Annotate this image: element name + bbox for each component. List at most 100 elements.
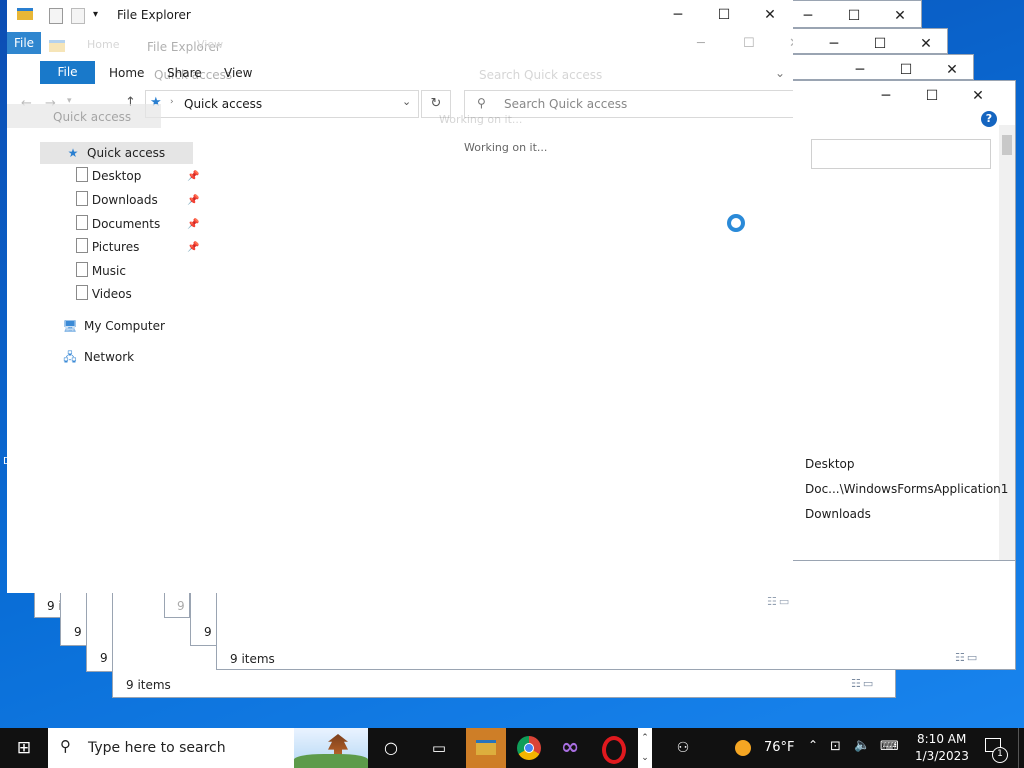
minimize-button[interactable]: ─ [811,29,857,53]
music-icon [76,262,88,277]
file-explorer-taskbar-icon[interactable] [466,728,506,768]
window-title: File Explorer [117,8,191,22]
close-button[interactable]: ✕ [929,55,973,79]
sidebar-item-network[interactable]: 🖧 Network [40,346,193,368]
sidebar-item-label: Desktop [91,169,142,183]
network-tray-icon[interactable]: ⊡ [830,739,841,754]
downloads-icon [76,191,88,206]
recent-path-1[interactable]: Desktop [805,457,855,471]
ghost-search: Search Quick access [479,68,603,82]
chrome-center [524,743,534,753]
videos-icon [76,285,88,300]
cortana-button[interactable]: ○ [370,728,412,768]
weather-temperature[interactable]: 76°F [764,740,795,755]
sidebar-item-label: Network [84,350,135,364]
sidebar-item-label: Downloads [91,193,158,207]
view-toggle-icons[interactable]: ☷▭ [955,651,979,664]
new-folder-icon[interactable] [71,8,85,24]
address-dropdown-icon[interactable]: ⌄ [402,95,411,108]
taskbar: ⊞ ⚲ Type here to search ○ ▭ ∞ ⌃ ⌄ ⚇ 76°F … [0,728,1024,768]
close-button[interactable]: ✕ [903,29,947,53]
tab-file[interactable]: File [40,61,95,84]
explorer-window-main[interactable]: ▾ File Explorer ─ ☐ ✕ File Explorer Home… [7,0,793,593]
chrome-icon[interactable] [517,736,541,760]
sidebar-item-desktop[interactable]: Desktop [40,165,193,187]
close-button: ✕ [789,36,793,51]
search-box[interactable] [811,139,991,169]
help-icon[interactable]: ? [981,111,997,127]
recent-path-2[interactable]: Doc...\WindowsFormsApplication1 [805,482,1008,496]
scrollbar-thumb[interactable] [1002,135,1012,155]
people-icon[interactable]: ⚇ [662,728,704,768]
tab-file-ghost[interactable]: File [7,32,41,54]
search-placeholder[interactable]: Search Quick access [504,97,627,111]
maximize-button[interactable]: ☐ [701,0,747,30]
view-toggle-icons[interactable]: ☷▭ [851,677,875,690]
clock-date[interactable]: 1/3/2023 [915,749,969,763]
sidebar-item-label: Music [91,264,126,278]
quick-access-star-icon: ★ [67,146,79,160]
show-desktop-button[interactable] [1018,728,1024,768]
pin-icon: 📌 [187,195,200,206]
loading-spinner-icon [727,214,745,232]
sidebar-item-pictures[interactable]: Pictures [40,236,193,258]
clock-time[interactable]: 8:10 AM [917,732,966,746]
maximize-button[interactable]: ☐ [909,81,955,111]
title-bar[interactable]: ▾ File Explorer ─ ☐ ✕ [7,0,793,30]
maximize-button[interactable]: ☐ [883,55,929,79]
documents-icon [76,215,88,230]
show-hidden-icons-icon[interactable]: ⌃ [808,738,818,752]
minimize-button[interactable]: ─ [655,0,701,30]
maximize-button[interactable]: ☐ [831,1,877,27]
task-view-button[interactable]: ▭ [418,728,460,768]
minimize-button: ─ [697,36,705,51]
sidebar-item-videos[interactable]: Videos [40,283,193,305]
status-item-count: 9 items [126,678,171,692]
keyboard-icon[interactable]: ⌨ [880,739,899,754]
visual-studio-icon[interactable]: ∞ [557,735,583,761]
notification-badge: 1 [992,747,1008,763]
computer-icon: 🖥 [62,319,78,333]
sidebar-item-music[interactable]: Music [40,260,193,282]
close-button[interactable]: ✕ [747,0,793,30]
search-icon: ⚲ [60,737,71,755]
breadcrumb-separator-icon: › [170,97,174,107]
folder-icon [49,40,65,52]
ghost-tab-view: View [197,38,224,51]
customize-toolbar-icon[interactable]: ▾ [93,9,98,20]
tray-overflow-chevron-icon[interactable]: ⌃ ⌄ [638,728,652,768]
ghost-title-bar: File Explorer Home View ─ ☐ ✕ [47,36,793,60]
address-location[interactable]: Quick access [184,97,262,111]
taskbar-search-box[interactable]: ⚲ Type here to search [48,728,368,768]
minimize-button[interactable]: ─ [863,81,909,111]
close-button[interactable]: ✕ [955,81,1001,111]
sidebar-item-downloads[interactable]: Downloads [40,189,193,211]
address-bar[interactable]: ★ › Quick access ⌄ [145,90,419,118]
sidebar-item-documents[interactable]: Documents [40,213,193,235]
minimize-button[interactable]: ─ [837,55,883,79]
sidebar-item-label: Documents [91,217,161,231]
maximize-button[interactable]: ☐ [857,29,903,53]
volume-icon[interactable]: 🔈 [854,738,870,753]
taskbar-search-placeholder[interactable]: Type here to search [88,740,226,756]
weather-icon[interactable] [735,740,751,756]
recent-path-3[interactable]: Downloads [805,507,871,521]
start-button[interactable]: ⊞ [3,728,45,768]
sidebar-item-label: Pictures [91,240,140,254]
status-item-count: 9 items [230,652,275,666]
scrollbar[interactable]: ⌄ [999,125,1015,591]
sidebar-item-label: Quick access [87,146,166,160]
close-button[interactable]: ✕ [877,1,921,27]
properties-icon[interactable] [49,8,63,24]
tab-home[interactable]: Home [109,66,144,80]
ribbon-expand-icon[interactable]: ⌄ [775,66,785,80]
sidebar-item-my-computer[interactable]: 🖥 My Computer [40,315,193,337]
maximize-button: ☐ [743,36,755,51]
opera-icon[interactable] [602,736,626,764]
pin-icon: 📌 [187,242,200,253]
pin-icon: 📌 [187,171,200,182]
pin-icon: 📌 [187,219,200,230]
sidebar-item-label: My Computer [84,319,165,333]
sidebar-item-quick-access[interactable]: ★ Quick access [40,142,193,164]
pictures-icon [76,238,88,253]
